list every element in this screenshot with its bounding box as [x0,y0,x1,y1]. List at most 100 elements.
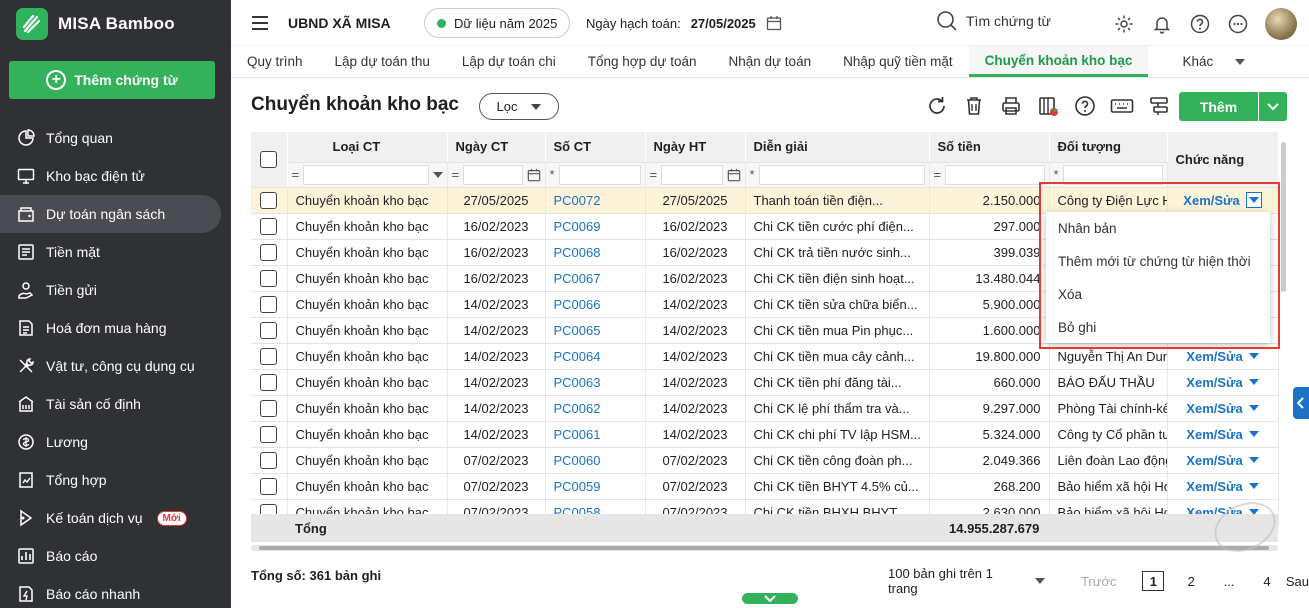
page-2-button[interactable]: 2 [1180,571,1202,591]
filter-op[interactable]: * [750,167,755,182]
page-size-selector[interactable]: 100 bản ghi trên 1 trang [888,566,1045,596]
filter-op[interactable]: = [650,167,658,182]
row-checkbox[interactable] [260,451,278,469]
cell-no[interactable]: PC0060 [545,447,646,474]
organization-name[interactable]: UBND XÃ MISA [288,15,391,31]
row-checkbox[interactable] [260,399,278,417]
header-post-date[interactable]: Ngày HT [645,132,746,163]
collapse-footer-icon[interactable] [742,593,798,604]
header-date[interactable]: Ngày CT [447,132,546,163]
data-year-selector[interactable]: Dữ liệu năm 2025 [424,8,571,38]
menu-toggle-icon[interactable] [251,15,269,31]
tab-3[interactable]: Lập dự toán chi [446,46,572,77]
calendar-icon[interactable] [727,168,741,182]
sidebar-item-11[interactable]: Kế toán dịch vụ Mới [0,499,221,537]
sidebar-item-12[interactable]: Báo cáo [0,537,221,575]
filter-input[interactable] [945,164,1045,185]
table-row[interactable]: Chuyển khoản kho bạc 07/02/2023 PC0059 07/0… [251,473,1279,500]
view-edit-link[interactable]: Xem/Sửa [1186,401,1242,416]
header-type[interactable]: Loại CT [287,132,448,163]
tab-1[interactable]: Quy trình [231,46,319,77]
row-checkbox[interactable] [260,347,278,365]
sidebar-item-8[interactable]: Tài sản cố định [0,385,221,423]
row-checkbox[interactable] [260,295,278,313]
cell-no[interactable]: PC0061 [545,421,646,448]
filter-input[interactable] [661,164,723,185]
action-dropdown-toggle[interactable] [1248,431,1259,437]
chevron-down-icon[interactable] [432,171,443,178]
row-checkbox[interactable] [260,243,278,261]
sidebar-item-13[interactable]: Báo cáo nhanh [0,575,221,608]
page-1-button[interactable]: 1 [1142,571,1165,591]
keyboard-icon[interactable] [1110,94,1134,118]
sidebar-item-6[interactable]: Hoá đơn mua hàng [0,309,221,347]
cell-no[interactable]: PC0066 [545,291,646,318]
action-dropdown-toggle[interactable] [1248,405,1259,411]
document-search[interactable]: Tìm chứng từ [936,10,1051,32]
sidebar-item-7[interactable]: Vật tư, công cụ dụng cụ [0,347,221,385]
header-no[interactable]: Số CT [545,132,646,163]
row-checkbox[interactable] [260,191,278,209]
row-checkbox[interactable] [260,425,278,443]
tab-8[interactable]: Khác [1166,46,1261,77]
filter-description[interactable]: * [745,162,930,188]
sidebar-item-10[interactable]: Tổng hợp [0,461,221,499]
delete-icon[interactable] [962,94,986,118]
brand[interactable]: MISA Bamboo [16,8,175,40]
filter-input[interactable] [558,164,641,185]
cell-no[interactable]: PC0065 [545,317,646,344]
page-4-button[interactable]: 4 [1256,571,1278,591]
vertical-scrollbar[interactable] [1280,132,1287,512]
scrollbar-thumb[interactable] [1281,142,1286,292]
table-row[interactable]: Chuyển khoản kho bạc 14/02/2023 PC0063 14/0… [251,369,1279,396]
refresh-icon[interactable] [925,94,949,118]
add-options-chevron-icon[interactable] [1259,92,1287,121]
tab-6[interactable]: Nhập quỹ tiền mặt [827,46,969,77]
view-edit-link[interactable]: Xem/Sửa [1186,453,1242,468]
filter-op[interactable]: * [550,167,555,182]
scrollbar-thumb[interactable] [259,546,1269,550]
sidebar-item-4[interactable]: Tiền mặt [0,233,221,271]
add-document-button[interactable]: + Thêm chứng từ [9,61,215,99]
filter-date[interactable]: = [447,162,546,188]
select-all-checkbox[interactable] [260,150,278,168]
prev-page-button[interactable]: Trước [1081,574,1117,589]
row-checkbox[interactable] [260,477,278,495]
filter-type[interactable]: = [287,162,448,188]
filter-op[interactable]: = [452,167,460,182]
filter-input[interactable] [758,164,925,185]
view-edit-link[interactable]: Xem/Sửa [1186,375,1242,390]
table-row[interactable]: Chuyển khoản kho bạc 07/02/2023 PC0060 07/0… [251,447,1279,474]
row-checkbox[interactable] [260,321,278,339]
header-party[interactable]: Đối tượng [1049,132,1168,163]
cell-no[interactable]: PC0059 [545,473,646,500]
calendar-icon[interactable] [527,168,541,182]
sidebar-item-2[interactable]: Kho bạc điện tử [0,157,221,195]
filter-op[interactable]: * [1054,167,1059,182]
cell-no[interactable]: PC0064 [545,343,646,370]
filter-amount[interactable]: = [929,162,1050,188]
cell-no[interactable]: PC0068 [545,239,646,266]
column-settings-icon[interactable] [1147,94,1171,118]
filter-op[interactable]: = [292,167,300,182]
view-edit-link[interactable]: Xem/Sửa [1186,349,1242,364]
side-panel-toggle-icon[interactable] [1293,387,1309,419]
help-icon[interactable] [1189,13,1211,35]
cell-no[interactable]: PC0063 [545,369,646,396]
tab-4[interactable]: Tổng hợp dự toán [572,46,713,77]
help-circle-icon[interactable] [1073,94,1097,118]
table-row[interactable]: Chuyển khoản kho bạc 14/02/2023 PC0061 14/0… [251,421,1279,448]
tab-2[interactable]: Lập dự toán thu [319,46,446,77]
row-checkbox[interactable] [260,217,278,235]
horizontal-scrollbar[interactable] [251,545,1278,551]
notification-bell-icon[interactable] [1151,13,1173,35]
table-row[interactable]: Chuyển khoản kho bạc 14/02/2023 PC0062 14/0… [251,395,1279,422]
action-dropdown-toggle[interactable] [1248,483,1259,489]
action-dropdown-toggle[interactable] [1248,353,1259,359]
cell-no[interactable]: PC0067 [545,265,646,292]
filter-input[interactable] [463,164,523,185]
filter-no[interactable]: * [545,162,646,188]
filter-input[interactable] [303,164,429,185]
header-amount[interactable]: Số tiền [929,132,1050,163]
settings-gear-icon[interactable] [1113,13,1135,35]
